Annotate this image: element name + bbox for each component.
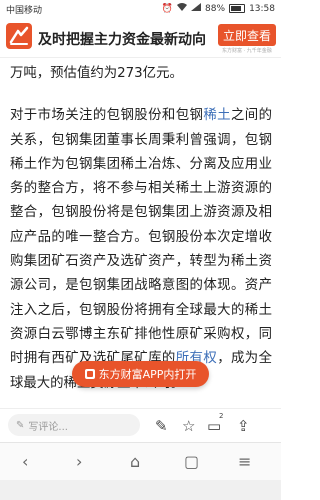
favorite-icon[interactable]: ☆: [182, 417, 195, 435]
app-icon: [84, 369, 95, 379]
edit-icon[interactable]: ✎: [155, 417, 168, 435]
signal-icon: [191, 3, 202, 14]
back-icon[interactable]: ‹: [22, 452, 28, 471]
forward-icon[interactable]: ›: [76, 452, 82, 471]
comment-placeholder: 写评论...: [28, 421, 68, 433]
system-nav-strip: [0, 480, 281, 500]
article-body: 万吨，预估值约为273亿元。 对于市场关注的包钢股份和包钢稀土之间的关系，包钢集…: [10, 62, 272, 396]
view-now-button[interactable]: 立即查看: [218, 24, 276, 46]
comment-input[interactable]: ✎ 写评论...: [8, 414, 140, 436]
status-bar: 中国移动 ⏰ 88% 13:58: [0, 0, 281, 17]
home-icon[interactable]: ⌂: [130, 452, 140, 471]
app-banner: 及时把握主力资金最新动向 立即查看 东方财富 · 九千年金融: [0, 17, 281, 58]
carrier-label: 中国移动: [6, 6, 43, 16]
paragraph-text: 对于市场关注的包钢股份和包钢: [10, 108, 204, 124]
banner-subtext: 东方财富 · 九千年金融: [222, 48, 272, 54]
pencil-icon: ✎: [16, 419, 25, 431]
paragraph-text: 万吨，预估值约为273亿元。: [10, 66, 183, 81]
paragraph-text: 之间的关系，包钢集团董事长周秉利曾强调，包钢稀土作为包钢集团稀土冶炼、分离及应用…: [10, 108, 273, 367]
keyword-link-rare-earth[interactable]: 稀土: [203, 108, 231, 123]
alarm-icon: ⏰: [161, 3, 174, 14]
open-in-app-button[interactable]: 东方财富APP内打开: [72, 361, 209, 387]
browser-nav-bar: ‹ › ⌂ ▢ ≡: [0, 442, 281, 481]
article-paragraph: 对于市场关注的包钢股份和包钢稀土之间的关系，包钢集团董事长周秉利曾强调，包钢稀土…: [10, 104, 272, 396]
banner-title: 及时把握主力资金最新动向: [38, 32, 206, 48]
tabs-icon[interactable]: ▢: [184, 452, 199, 471]
wifi-icon: [177, 3, 188, 14]
clock: 13:58: [249, 3, 275, 14]
share-icon[interactable]: ⇪: [237, 417, 250, 435]
open-in-app-label: 东方财富APP内打开: [98, 368, 197, 381]
comment-count-badge: 2: [219, 412, 224, 420]
menu-icon[interactable]: ≡: [238, 452, 251, 471]
comment-bar: ✎ 写评论... ✎ ☆ ▭ 2 ⇪: [0, 408, 281, 443]
battery-icon: [229, 4, 246, 13]
battery-percent: 88%: [205, 3, 226, 14]
eastmoney-logo: [6, 23, 32, 49]
article-paragraph: 万吨，预估值约为273亿元。: [10, 62, 272, 86]
